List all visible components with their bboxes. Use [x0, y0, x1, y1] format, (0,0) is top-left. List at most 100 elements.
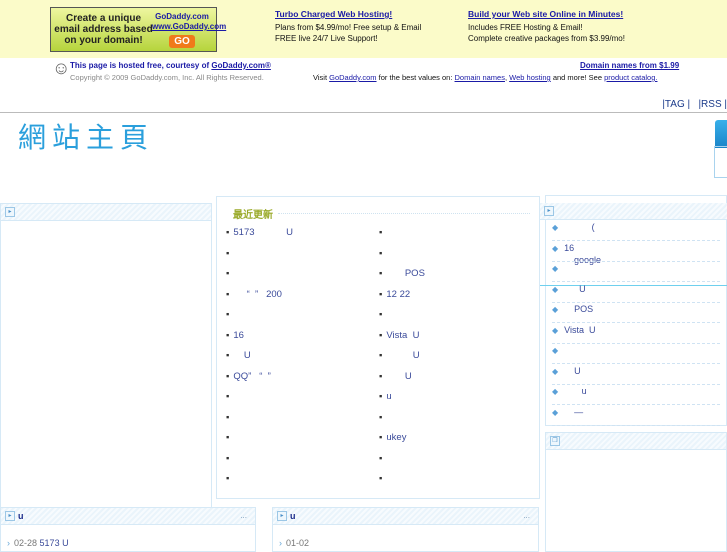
promo-website: Build your Web site Online in Minutes! I… — [468, 9, 625, 44]
list-item-title[interactable]: u — [564, 386, 587, 396]
godaddy-email-ad[interactable]: Create a unique email address based on y… — [50, 7, 226, 52]
tag-link[interactable]: |TAG | — [662, 99, 690, 110]
update-item-title[interactable]: QQ” “ ” — [233, 371, 270, 382]
update-item-title[interactable]: u — [386, 391, 391, 402]
hosted-text: This page is hosted free, courtesy of — [70, 61, 210, 70]
update-item[interactable]: ▪ — [226, 248, 233, 259]
list-item[interactable]: › 02-28 5173 U — [7, 538, 69, 548]
bullet-icon: ▪ — [379, 309, 383, 320]
bullet-icon: ▪ — [226, 268, 230, 279]
list-item-title[interactable]: ( — [564, 222, 595, 232]
bullet-icon: ▪ — [379, 350, 383, 361]
list-item[interactable]: ◆ — — [552, 406, 720, 426]
update-item-title[interactable]: “ ” 200 — [233, 289, 282, 300]
update-item[interactable]: ▪ 12 22 — [379, 289, 410, 300]
search-input[interactable] — [714, 146, 727, 178]
bullet-icon: ▪ — [226, 309, 230, 320]
list-item[interactable]: ◆ 16 — [552, 242, 720, 262]
bullet-icon: ▪ — [226, 473, 230, 484]
update-item[interactable]: ▪ 5173 U — [226, 227, 293, 238]
panel-header: ▸ u... — [273, 508, 538, 525]
bullet-icon: ▪ — [379, 247, 383, 259]
list-item[interactable]: ◆ — [552, 262, 720, 282]
update-item-title[interactable]: Vista U — [386, 330, 419, 341]
update-item[interactable]: ▪ — [226, 453, 233, 464]
bullet-icon: ▪ — [379, 452, 383, 464]
update-item[interactable]: ▪ ukey — [379, 432, 406, 443]
update-item-title[interactable]: U — [386, 350, 420, 361]
promo-website-link[interactable]: Build your Web site Online in Minutes! — [468, 9, 625, 20]
update-item-title[interactable]: 5173 U — [233, 227, 293, 238]
item-title[interactable]: 5173 U — [40, 538, 69, 548]
update-item[interactable]: ▪ 16 — [226, 330, 244, 341]
godaddy-link[interactable]: GoDaddy.com® — [211, 61, 271, 70]
update-item-title[interactable]: ukey — [386, 432, 406, 443]
update-item[interactable]: ▪ “ ” 200 — [226, 289, 282, 300]
update-item[interactable]: ▪ — [226, 309, 233, 320]
update-item[interactable]: ▪ — [226, 268, 233, 279]
list-item[interactable]: ◆ ( — [552, 221, 720, 241]
bottom-left-panel: ▸ u... › 02-28 5173 U — [0, 507, 256, 552]
update-item[interactable]: ▪ — [226, 391, 233, 402]
update-item[interactable]: ▪ U — [379, 350, 420, 361]
update-item[interactable]: ▪ U — [226, 350, 251, 361]
list-item-title[interactable]: U — [564, 284, 586, 294]
bullet-icon: ▪ — [226, 227, 230, 238]
recent-updates-panel — [216, 196, 540, 499]
domain-names-link[interactable]: Domain names — [455, 73, 505, 82]
go-button[interactable]: GO — [169, 35, 195, 48]
panel-title: u — [290, 511, 296, 521]
update-item[interactable]: ▪ — [379, 309, 386, 320]
update-item[interactable]: ▪ — [379, 453, 386, 464]
bullet-icon: ▪ — [379, 268, 383, 279]
update-item-title[interactable]: U — [386, 371, 412, 382]
document-icon: ❐ — [550, 436, 560, 446]
rss-link[interactable]: |RSS | — [698, 99, 727, 110]
hosted-notice: This page is hosted free, courtesy of Go… — [70, 61, 271, 70]
list-item[interactable]: ◆ Vista U — [552, 324, 720, 344]
list-item-title[interactable]: — — [564, 407, 583, 417]
list-item[interactable]: ◆ u — [552, 385, 720, 405]
list-item[interactable]: ◆ — [552, 344, 720, 364]
list-item[interactable]: › 01-02 — [279, 538, 309, 548]
list-item[interactable]: ◆ U — [552, 283, 720, 303]
list-item-title[interactable]: 16 — [564, 243, 574, 253]
update-item-title[interactable]: 16 — [233, 330, 244, 341]
list-item-title[interactable]: U — [564, 366, 581, 376]
godaddy-visit-link[interactable]: GoDaddy.com — [329, 73, 376, 82]
site-logo[interactable]: 網站主頁 — [18, 116, 154, 156]
update-item-title[interactable]: 12 22 — [386, 289, 410, 300]
more-link[interactable]: ... — [523, 511, 530, 520]
bullet-icon: ▪ — [379, 391, 383, 402]
list-item-title[interactable]: Vista U — [564, 325, 595, 335]
item-date: 01-02 — [286, 538, 310, 548]
list-item-title[interactable]: POS — [564, 304, 593, 314]
visit-text: Visit — [313, 73, 328, 82]
update-item[interactable]: ▪ Vista U — [379, 330, 419, 341]
update-item[interactable]: ▪ u — [379, 391, 392, 402]
divider — [0, 112, 727, 113]
update-item[interactable]: ▪ — [226, 412, 233, 423]
update-item[interactable]: ▪ POS — [379, 268, 425, 279]
web-hosting-link[interactable]: Web hosting — [509, 73, 551, 82]
update-item-title[interactable]: U — [233, 350, 251, 361]
update-item[interactable]: ▪ — [379, 248, 386, 259]
domain-names-link[interactable]: Domain names from $1.99 — [580, 61, 679, 70]
update-item[interactable]: ▪ U — [379, 371, 412, 382]
update-item[interactable]: ▪ QQ” “ ” — [226, 371, 271, 382]
update-item[interactable]: ▪ — [379, 473, 386, 484]
more-link[interactable]: ... — [240, 511, 247, 520]
update-item[interactable]: ▪ — [226, 432, 233, 443]
ad-line: Create a unique — [65, 13, 142, 24]
update-item[interactable]: ▪ — [379, 227, 386, 238]
search-tab[interactable] — [715, 120, 727, 148]
update-item[interactable]: ▪ — [226, 473, 233, 484]
update-item[interactable]: ▪ — [379, 412, 386, 423]
promo-hosting-link[interactable]: Turbo Charged Web Hosting! — [275, 9, 421, 20]
list-item[interactable]: ◆ POS — [552, 303, 720, 323]
list-item[interactable]: ◆ U — [552, 365, 720, 385]
godaddy-logo: GoDaddy.com www.GoDaddy.com GO — [152, 12, 226, 48]
product-catalog-link[interactable]: product catalog. — [604, 73, 657, 82]
arrow-icon: ▸ — [277, 511, 287, 521]
update-item-title[interactable]: POS — [386, 268, 425, 279]
